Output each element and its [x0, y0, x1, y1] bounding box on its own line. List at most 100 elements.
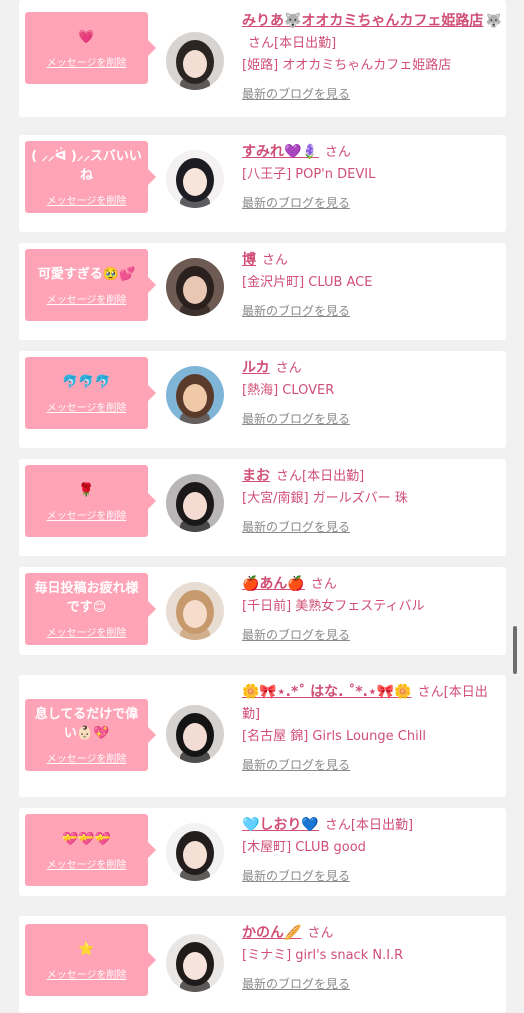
message-card: ⭐ メッセージを削除 かのん🥖 さん [ミナミ] girl's snack N.I.R 最…	[19, 916, 506, 1013]
latest-blog-link[interactable]: 最新のブログを見る	[242, 624, 350, 646]
honorific: さん	[248, 36, 275, 51]
shop-name: [大宮/南銀] ガールズバー 珠	[242, 491, 408, 506]
working-today-badge: [本日出勤]	[350, 818, 414, 833]
honorific: さん	[310, 577, 337, 592]
cast-name-link[interactable]: 🩵しおり💙	[242, 817, 319, 833]
avatar[interactable]	[166, 934, 224, 992]
cast-name-line: みりあ🐺オオカミちゃんカフェ姫路店 🐺 さん[本日出勤]	[242, 10, 502, 55]
message-bubble: 🌹 メッセージを削除	[25, 465, 156, 537]
shop-name: [八王子] POP'n DEVIL	[242, 167, 376, 182]
delete-message-link[interactable]: メッセージを削除	[47, 399, 127, 414]
message-bubble: 🐬🐬🐬 メッセージを削除	[25, 357, 156, 429]
honorific: さん	[275, 361, 302, 376]
shop-name: [ミナミ] girl's snack N.I.R	[242, 948, 404, 963]
avatar[interactable]	[166, 32, 224, 90]
message-card: 🌹 メッセージを削除 まお さん[本日出勤] [大宮/南銀] ガールズバー 珠最新のブロ…	[19, 459, 506, 556]
cast-name-line: 博さん	[242, 249, 502, 272]
message-bubble: 息してるだけで偉い👶🏻💖 メッセージを削除	[25, 699, 156, 771]
cast-info: かのん🥖 さん [ミナミ] girl's snack N.I.R 最新のブログを見る	[242, 922, 502, 996]
cast-name-link[interactable]: まお	[242, 468, 270, 484]
avatar[interactable]	[166, 366, 224, 424]
cast-name-line: かのん🥖 さん	[242, 922, 502, 945]
shop-name: [熱海] CLOVER	[242, 383, 335, 398]
delete-message-link[interactable]: メッセージを削除	[47, 54, 127, 69]
message-card: 🐬🐬🐬 メッセージを削除 ルカ さん [熱海] CLOVER 最新のブログを見る	[19, 351, 506, 448]
cast-name-link[interactable]: 🌼🎀⋆.*˚ はな. ˚*.⋆🎀🌼	[242, 684, 412, 700]
cast-name-suffix: 🐺	[485, 14, 502, 29]
message-text: 💝💝💝	[62, 831, 111, 847]
message-text: 💗	[78, 29, 95, 45]
message-text: 🐬🐬🐬	[62, 374, 111, 390]
honorific: さん	[276, 469, 303, 484]
message-card: 可愛すぎる🥹💕 メッセージを削除 博さん [金沢片町] CLUB ACE 最新のブログを…	[19, 243, 506, 340]
delete-message-link[interactable]: メッセージを削除	[47, 966, 127, 981]
cast-name-line: 🌼🎀⋆.*˚ はな. ˚*.⋆🎀🌼 さん[本日出勤]	[242, 681, 502, 726]
message-text: ⭐	[78, 941, 95, 957]
delete-message-link[interactable]: メッセージを削除	[47, 291, 127, 306]
shop-name: [千日前] 美熟女フェスティバル	[242, 599, 425, 614]
shop-name: [木屋町] CLUB good	[242, 840, 366, 855]
working-today-badge: [本日出勤]	[274, 36, 337, 51]
latest-blog-link[interactable]: 最新のブログを見る	[242, 83, 350, 105]
message-bubble: 可愛すぎる🥹💕 メッセージを削除	[25, 249, 156, 321]
shop-name: [金沢片町] CLUB ACE	[242, 275, 373, 290]
honorific: さん	[324, 145, 351, 160]
working-today-badge: [本日出勤]	[302, 469, 365, 484]
cast-info: すみれ💜🪻 さん [八王子] POP'n DEVIL 最新のブログを見る	[242, 141, 502, 215]
message-card: 💗 メッセージを削除 みりあ🐺オオカミちゃんカフェ姫路店 🐺 さん[本日出勤] [姫路] …	[19, 0, 506, 117]
cast-info: 🩵しおり💙 さん[本日出勤] [木屋町] CLUB good 最新のブログを見る	[242, 814, 502, 888]
cast-name-link[interactable]: 博	[242, 252, 256, 268]
latest-blog-link[interactable]: 最新のブログを見る	[242, 973, 350, 995]
message-text: 🌹	[78, 482, 95, 498]
cast-info: 🌼🎀⋆.*˚ はな. ˚*.⋆🎀🌼 さん[本日出勤] [名古屋 錦] Girls L…	[242, 681, 502, 777]
latest-blog-link[interactable]: 最新のブログを見る	[242, 192, 350, 214]
message-text: 息してるだけで偉い👶🏻💖	[34, 707, 139, 741]
message-card: 💝💝💝 メッセージを削除 🩵しおり💙 さん[本日出勤] [木屋町] CLUB good 最…	[19, 808, 506, 896]
message-bubble: ( ⸝⸝ᐛ )⸝⸝スバいいねメッセージを削除	[25, 141, 156, 213]
honorific: さん	[307, 926, 334, 941]
delete-message-link[interactable]: メッセージを削除	[47, 192, 127, 207]
cast-name-line: ルカ さん	[242, 357, 502, 380]
cast-info: みりあ🐺オオカミちゃんカフェ姫路店 🐺 さん[本日出勤] [姫路] オオカミちゃんカフ…	[242, 10, 502, 106]
cast-name-line: 🍎あん🍎 さん	[242, 573, 502, 596]
cast-info: まお さん[本日出勤] [大宮/南銀] ガールズバー 珠最新のブログを見る	[242, 465, 502, 539]
cast-name-link[interactable]: ルカ	[242, 360, 270, 376]
avatar[interactable]	[166, 258, 224, 316]
message-card: ( ⸝⸝ᐛ )⸝⸝スバいいねメッセージを削除 すみれ💜🪻 さん [八王子] POP'n…	[19, 135, 506, 232]
message-card: 息してるだけで偉い👶🏻💖 メッセージを削除 🌼🎀⋆.*˚ はな. ˚*.⋆🎀🌼 さん […	[19, 675, 506, 797]
latest-blog-link[interactable]: 最新のブログを見る	[242, 754, 350, 776]
honorific: さん	[417, 685, 444, 700]
cast-name-line: まお さん[本日出勤]	[242, 465, 502, 488]
cast-name-link[interactable]: みりあ🐺オオカミちゃんカフェ姫路店	[242, 13, 483, 29]
shop-name: [名古屋 錦] Girls Lounge Chill	[242, 729, 426, 744]
avatar[interactable]	[166, 823, 224, 881]
cast-name-link[interactable]: かのん🥖	[242, 925, 301, 941]
avatar[interactable]	[166, 582, 224, 640]
latest-blog-link[interactable]: 最新のブログを見る	[242, 865, 350, 887]
latest-blog-link[interactable]: 最新のブログを見る	[242, 300, 350, 322]
cast-name-link[interactable]: すみれ💜🪻	[242, 144, 319, 160]
message-text: ( ⸝⸝ᐛ )⸝⸝スバいいね	[31, 149, 142, 183]
honorific: さん	[324, 818, 351, 833]
cast-info: ルカ さん [熱海] CLOVER 最新のブログを見る	[242, 357, 502, 431]
message-bubble: 💗 メッセージを削除	[25, 12, 156, 84]
avatar[interactable]	[166, 705, 224, 763]
cast-name-link[interactable]: 🍎あん🍎	[242, 576, 305, 592]
cast-name-line: 🩵しおり💙 さん[本日出勤]	[242, 814, 502, 837]
avatar[interactable]	[166, 474, 224, 532]
delete-message-link[interactable]: メッセージを削除	[47, 507, 127, 522]
latest-blog-link[interactable]: 最新のブログを見る	[242, 516, 350, 538]
message-bubble: 💝💝💝 メッセージを削除	[25, 814, 156, 886]
latest-blog-link[interactable]: 最新のブログを見る	[242, 408, 350, 430]
delete-message-link[interactable]: メッセージを削除	[47, 624, 127, 639]
honorific: さん	[262, 253, 289, 268]
message-text: 可愛すぎる🥹💕	[37, 266, 136, 282]
message-text: 毎日投稿お疲れ様です😊	[34, 581, 139, 615]
cast-info: 🍎あん🍎 さん [千日前] 美熟女フェスティバル最新のブログを見る	[242, 573, 502, 647]
cast-info: 博さん [金沢片町] CLUB ACE 最新のブログを見る	[242, 249, 502, 323]
delete-message-link[interactable]: メッセージを削除	[47, 750, 127, 765]
avatar[interactable]	[166, 150, 224, 208]
message-bubble: ⭐ メッセージを削除	[25, 924, 156, 996]
delete-message-link[interactable]: メッセージを削除	[47, 856, 127, 871]
scrollbar[interactable]	[513, 626, 517, 674]
